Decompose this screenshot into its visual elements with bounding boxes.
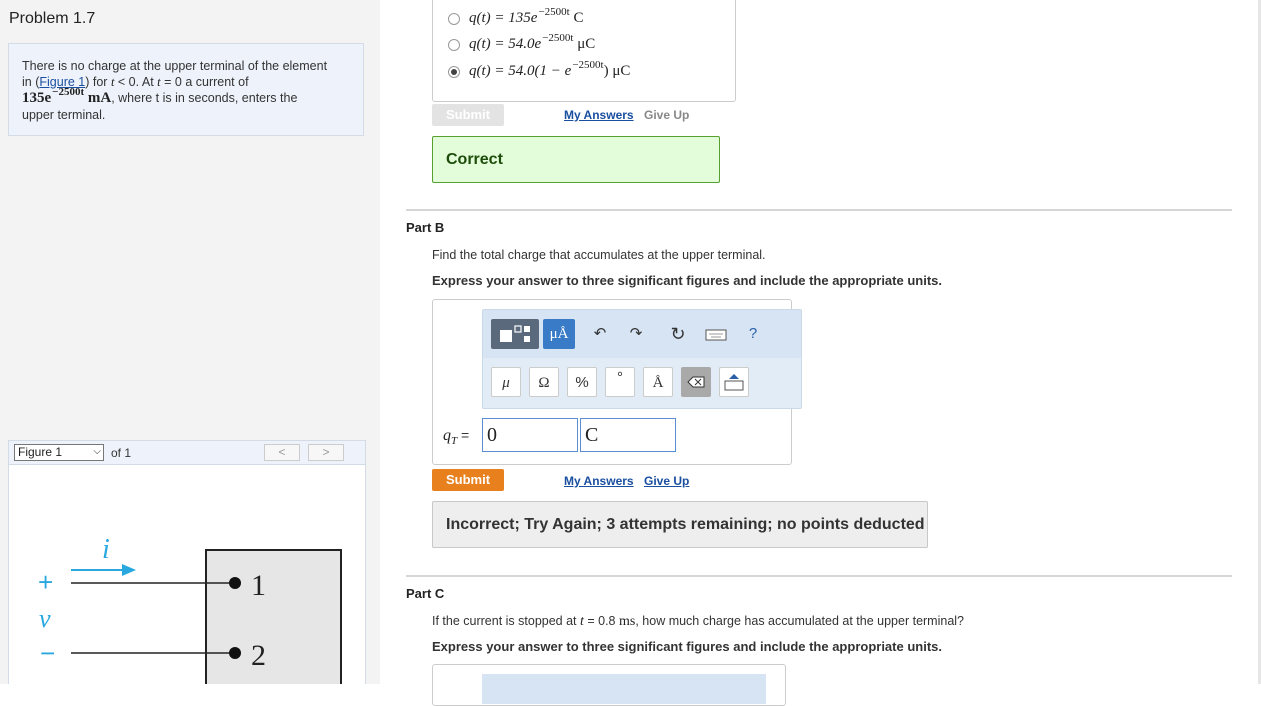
part-b-give-up-link[interactable]: Give Up	[644, 474, 689, 488]
keyboard-toggle-icon[interactable]	[719, 367, 749, 397]
plus-sign: +	[38, 567, 53, 597]
mu-button[interactable]: μ	[491, 367, 521, 397]
percent-button[interactable]: %	[567, 367, 597, 397]
part-b-my-answers-link[interactable]: My Answers	[564, 474, 634, 488]
choice-base: q(t) = 54.0(1 − e	[469, 63, 572, 79]
prev-figure-button[interactable]: <	[264, 444, 300, 461]
section-divider	[406, 209, 1232, 211]
incorrect-feedback-text: Incorrect; Try Again; 3 attempts remaini…	[446, 516, 925, 533]
part-c-toolbar	[482, 674, 766, 704]
question-text: = 0.8	[583, 614, 619, 628]
degree-button[interactable]: °	[605, 367, 635, 397]
choice-label: q(t) = 54.0(1 − e−2500t) μC	[469, 59, 631, 80]
element-box	[205, 549, 342, 701]
terminal-2-dot	[229, 647, 241, 659]
choice-label: q(t) = 135e−2500t C	[469, 6, 584, 27]
keyboard-glyph	[705, 329, 727, 341]
keyboard-icon[interactable]	[701, 319, 731, 349]
choice-base: q(t) = 54.0e	[469, 36, 542, 52]
current-expression: 135e−2500t mA	[22, 86, 112, 106]
math-toolbar: μÅ ↶ ↷ ↻ ? μ Ω % ° Å	[482, 309, 802, 409]
statement-text: ) for	[85, 75, 111, 89]
omega-button[interactable]: Ω	[529, 367, 559, 397]
figure-select-value: Figure 1	[18, 445, 63, 459]
redo-icon[interactable]: ↷	[621, 319, 651, 349]
reset-icon[interactable]: ↻	[663, 319, 693, 349]
backspace-glyph	[687, 376, 705, 388]
answer-label: qT =	[443, 427, 469, 447]
current-label: i	[102, 534, 110, 565]
answer-var: q	[443, 427, 451, 444]
minus-sign: −	[40, 638, 55, 668]
terminal-1-label: 1	[251, 569, 266, 602]
correct-feedback: Correct	[432, 136, 720, 183]
part-b-submit-button[interactable]: Submit	[432, 469, 504, 491]
answer-equals: =	[457, 427, 470, 443]
figure-count: of 1	[111, 446, 132, 460]
problem-panel: Problem 1.7 There is no charge at the up…	[0, 0, 380, 701]
next-figure-button[interactable]: >	[308, 444, 344, 461]
choice-unit: μC	[573, 36, 596, 52]
statement-text: < 0. At	[114, 75, 158, 89]
next-icon: >	[322, 445, 330, 459]
part-c-title: Part C	[406, 586, 445, 601]
angstrom-button[interactable]: Å	[643, 367, 673, 397]
statement-text: = 0 a current of	[160, 75, 249, 89]
section-divider	[406, 575, 1232, 577]
templates-button[interactable]	[491, 319, 539, 349]
part-a-submit-button[interactable]: Submit	[432, 104, 504, 126]
backspace-icon[interactable]	[681, 367, 711, 397]
part-c-instruction: Express your answer to three significant…	[432, 639, 942, 654]
statement-text: in (	[22, 75, 40, 89]
figure-select[interactable]: Figure 1 ⌵	[14, 444, 104, 461]
part-b-title: Part B	[406, 220, 445, 235]
problem-title: Problem 1.7	[9, 10, 96, 27]
current-exponent: −2500t	[52, 86, 85, 98]
choice-exponent: −2500t	[542, 32, 574, 44]
terminal-1-dot	[229, 577, 241, 589]
current-base: 135e	[22, 90, 52, 106]
part-c-question: If the current is stopped at t = 0.8 ms,…	[432, 614, 964, 630]
undo-icon[interactable]: ↶	[585, 319, 615, 349]
terminal-2-label: 2	[251, 639, 266, 672]
question-text: If the current is stopped at	[432, 614, 580, 628]
choice-exponent: −2500t	[538, 6, 570, 18]
voltage-label: v	[39, 604, 51, 633]
units-button[interactable]: μÅ	[543, 319, 575, 349]
circuit-figure: i + v − 1 2	[38, 534, 342, 701]
part-b-instruction: Express your answer to three significant…	[432, 273, 942, 288]
templates-icon	[500, 325, 530, 342]
current-unit: mA	[87, 90, 112, 106]
statement-text: , where t is in seconds, enters the	[111, 91, 298, 105]
keyboard-toggle-glyph	[724, 374, 744, 391]
radio-button[interactable]	[448, 13, 460, 25]
incorrect-feedback: Incorrect; Try Again; 3 attempts remaini…	[432, 501, 928, 548]
choice-unit: C	[569, 10, 584, 26]
figure-toolbar: Figure 1 ⌵ of 1 < >	[8, 440, 366, 465]
units-input[interactable]: C	[580, 418, 676, 452]
choice-exponent: −2500t	[572, 59, 604, 71]
question-text: , how much charge has accumulated at the…	[635, 614, 964, 628]
statement-text: upper terminal.	[22, 108, 106, 122]
choice-label: q(t) = 54.0e−2500t μC	[469, 32, 596, 53]
prev-icon: <	[278, 445, 286, 459]
statement-line-1: There is no charge at the upper terminal…	[22, 59, 328, 73]
correct-feedback-text: Correct	[446, 151, 503, 168]
choice-base: q(t) = 135e	[469, 10, 538, 26]
part-a-my-answers-link[interactable]: My Answers	[564, 108, 634, 122]
figure-area: i + v − 1 2	[8, 465, 366, 701]
radio-button-selected[interactable]	[448, 66, 460, 78]
part-b-question: Find the total charge that accumulates a…	[432, 248, 766, 262]
question-unit: ms	[619, 614, 636, 629]
choice-unit: ) μC	[603, 63, 631, 79]
chevron-down-icon: ⌵	[93, 446, 101, 457]
radio-button[interactable]	[448, 39, 460, 51]
value-input[interactable]: 0	[482, 418, 578, 452]
problem-statement: There is no charge at the upper terminal…	[8, 43, 364, 136]
part-a-give-up[interactable]: Give Up	[644, 108, 689, 122]
help-icon[interactable]: ?	[738, 319, 768, 349]
current-arrow-head	[122, 564, 136, 576]
